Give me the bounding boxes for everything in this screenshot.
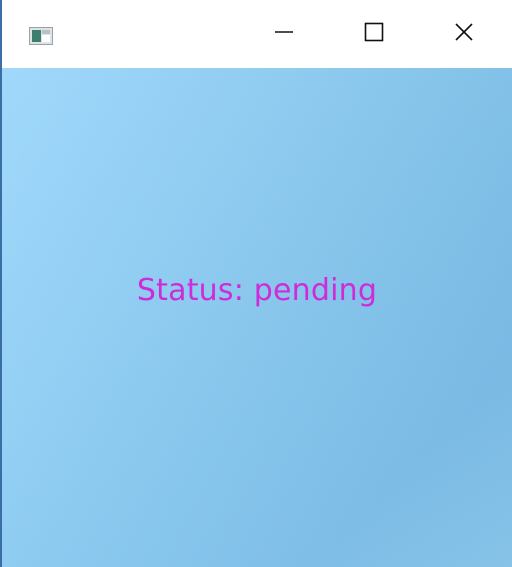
title-bar[interactable] — [2, 0, 512, 68]
minimize-icon — [274, 22, 294, 46]
minimize-button[interactable] — [252, 0, 316, 68]
close-icon — [454, 22, 474, 46]
client-area: Status: pending — [2, 68, 512, 567]
close-button[interactable] — [432, 0, 496, 68]
app-window-icon[interactable] — [29, 27, 53, 45]
maximize-button[interactable] — [342, 0, 406, 68]
maximize-icon — [364, 22, 384, 46]
app-window: Status: pending — [0, 0, 512, 567]
status-label: Status: pending — [136, 273, 378, 308]
